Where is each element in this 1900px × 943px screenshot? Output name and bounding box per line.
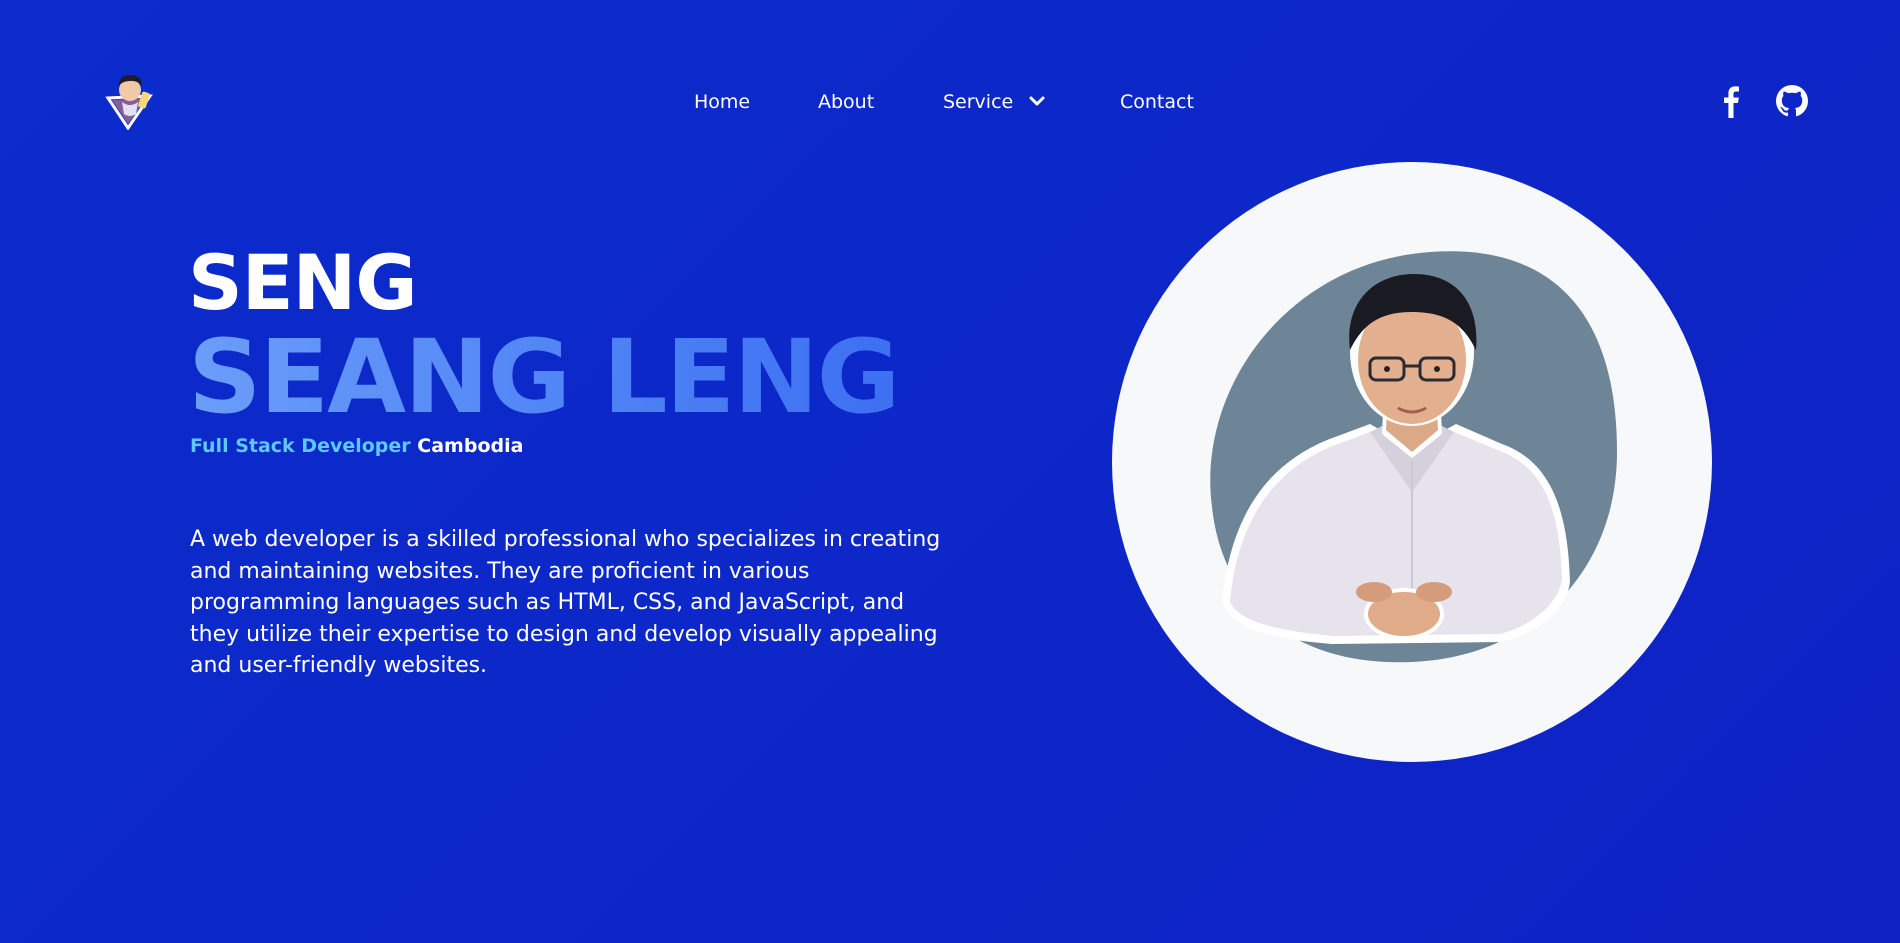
hero-location: Cambodia — [417, 435, 524, 457]
profile-photo — [1210, 251, 1617, 663]
chevron-down-icon[interactable] — [1028, 94, 1046, 108]
hero-first-name: SENG — [188, 238, 418, 327]
main-nav: Home About Service Contact — [0, 88, 1900, 118]
hero-role: Full Stack Developer — [190, 435, 411, 457]
nav-contact-link[interactable]: Contact — [1120, 88, 1194, 116]
hero-description: A web developer is a skilled professiona… — [190, 527, 941, 678]
facebook-icon — [1724, 86, 1739, 118]
hero-last-name: SEANG LENG — [188, 318, 900, 437]
github-link[interactable] — [1776, 84, 1808, 118]
github-icon — [1776, 85, 1808, 117]
hero-subtitle: Full Stack Developer Cambodia — [190, 433, 523, 459]
nav-service-link[interactable]: Service — [943, 88, 1013, 116]
nav-about-link[interactable]: About — [818, 88, 874, 116]
facebook-link[interactable] — [1715, 84, 1747, 118]
nav-home-link[interactable]: Home — [694, 88, 750, 116]
